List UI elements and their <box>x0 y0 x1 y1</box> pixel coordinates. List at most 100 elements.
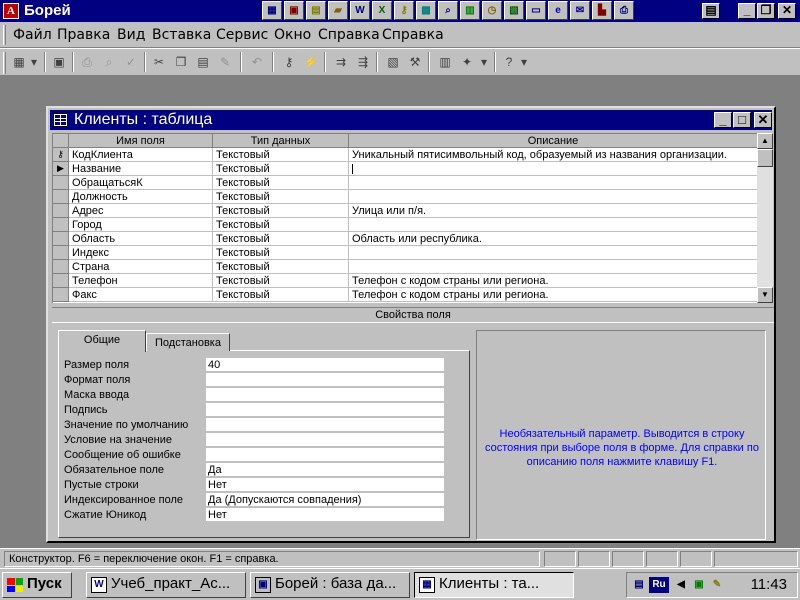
property-value-field[interactable] <box>206 388 444 402</box>
ie-icon[interactable]: e <box>548 1 568 20</box>
field-name-cell[interactable]: КодКлиента <box>69 148 213 162</box>
delete-rows-icon[interactable]: ⇶ <box>354 53 372 71</box>
scroll-thumb[interactable] <box>757 149 773 167</box>
publisher-icon[interactable]: ▧ <box>504 1 524 20</box>
menu-tools[interactable]: Сервис <box>216 27 268 43</box>
vertical-scrollbar[interactable]: ▲ ▼ <box>757 133 773 303</box>
table-row[interactable]: Телефон Текстовый Телефон с кодом страны и… <box>53 274 757 288</box>
table-design-window[interactable]: Клиенты : таблица _ □ ✕ Имя поля Тип дан… <box>46 106 776 543</box>
field-name-cell[interactable]: Должность <box>69 190 213 204</box>
tab-general[interactable]: Общие <box>58 330 146 352</box>
data-type-cell[interactable]: Текстовый <box>213 218 349 232</box>
table-row[interactable]: Факс Текстовый Телефон с кодом страны или … <box>53 288 757 302</box>
format-painter-icon[interactable]: ✎ <box>216 53 234 71</box>
property-value-field[interactable]: Нет <box>206 478 444 492</box>
undo-icon[interactable]: ↶ <box>248 53 266 71</box>
table-icon[interactable] <box>53 113 68 127</box>
language-indicator[interactable]: Ru <box>649 577 669 593</box>
menu-view[interactable]: Вид <box>117 27 145 43</box>
close-button[interactable]: ✕ <box>778 3 796 19</box>
note-icon[interactable]: ▩ <box>416 1 436 20</box>
description-cell[interactable]: Уникальный пятисимвольный код, образуемы… <box>349 148 757 162</box>
row-selector[interactable] <box>53 246 69 260</box>
properties-icon[interactable]: ▧ <box>384 53 402 71</box>
description-cell[interactable] <box>349 260 757 274</box>
column-header-data-type[interactable]: Тип данных <box>213 134 349 148</box>
print-icon[interactable]: ⎙ <box>614 1 634 20</box>
mail-icon[interactable]: ✉ <box>570 1 590 20</box>
access-key-icon[interactable]: A <box>3 3 19 19</box>
description-cell[interactable] <box>349 162 757 176</box>
data-type-cell[interactable]: Текстовый <box>213 148 349 162</box>
property-value-field[interactable] <box>206 448 444 462</box>
notes-icon[interactable]: ▤ <box>306 1 326 20</box>
clock[interactable]: 11:43 <box>751 576 787 593</box>
menu-help-2[interactable]: Справка <box>382 27 444 43</box>
child-close-button[interactable]: ✕ <box>754 112 772 128</box>
menu-file[interactable]: Файл <box>13 27 52 43</box>
data-type-cell[interactable]: Текстовый <box>213 162 349 176</box>
field-name-cell[interactable]: Факс <box>69 288 213 302</box>
table-row[interactable]: Индекс Текстовый <box>53 246 757 260</box>
data-type-cell[interactable]: Текстовый <box>213 274 349 288</box>
copy-icon[interactable]: ❐ <box>172 53 190 71</box>
description-cell[interactable]: Улица или п/я. <box>349 204 757 218</box>
network-icon[interactable]: ▤ <box>631 577 647 593</box>
field-name-cell[interactable]: Адрес <box>69 204 213 218</box>
word-icon[interactable]: W <box>350 1 370 20</box>
task-table[interactable]: ▦ Клиенты : та... <box>414 572 574 598</box>
property-value-field[interactable]: Да (Допускаются совпадения) <box>206 493 444 507</box>
row-selector[interactable] <box>53 204 69 218</box>
outlook-icon[interactable]: ▤ <box>702 3 720 19</box>
view-icon[interactable]: ▦ <box>10 53 28 71</box>
row-selector[interactable] <box>53 176 69 190</box>
monitor-icon[interactable]: ▣ <box>691 577 707 593</box>
app-titlebar[interactable]: A Борей ▦ ▣ ▤ ▰ W X ⚷ ▩ ⌕ ▥ ◷ ▧ ▭ e ✉ ▙ … <box>0 0 800 22</box>
paste-icon[interactable]: ▤ <box>194 53 212 71</box>
key-icon[interactable]: ⚷ <box>394 1 414 20</box>
row-selector[interactable] <box>53 218 69 232</box>
primary-key-icon[interactable]: ⚷ <box>53 148 69 162</box>
scroll-down-icon[interactable]: ▼ <box>757 287 773 303</box>
spelling-icon[interactable]: ✓ <box>122 53 140 71</box>
restore-button[interactable]: ❐ <box>757 3 775 19</box>
row-selector[interactable] <box>53 288 69 302</box>
property-value-field[interactable] <box>206 418 444 432</box>
search-icon[interactable]: ⌕ <box>438 1 458 20</box>
property-value-field[interactable]: 40 <box>206 358 444 372</box>
description-cell[interactable] <box>349 218 757 232</box>
menu-window[interactable]: Окно <box>274 27 311 43</box>
table-row[interactable]: ОбращатьсяК Текстовый <box>53 176 757 190</box>
current-row-icon[interactable]: ▶ <box>53 162 69 176</box>
tab-lookup[interactable]: Подстановка <box>146 333 230 351</box>
database-window-icon[interactable]: ▥ <box>436 53 454 71</box>
view-dropdown-icon[interactable]: ▾ <box>28 53 40 71</box>
scroll-up-icon[interactable]: ▲ <box>757 133 773 149</box>
printer-icon[interactable]: ▙ <box>592 1 612 20</box>
child-minimize-button[interactable]: _ <box>714 112 732 128</box>
table-row[interactable]: ▶ Название Текстовый <box>53 162 757 176</box>
table-row[interactable]: Адрес Текстовый Улица или п/я. <box>53 204 757 218</box>
menu-grip[interactable] <box>3 25 6 45</box>
field-name-cell[interactable]: Город <box>69 218 213 232</box>
new-object-icon[interactable]: ✦ <box>458 53 476 71</box>
field-name-cell[interactable]: ОбращатьсяК <box>69 176 213 190</box>
save-icon[interactable]: ▣ <box>50 53 68 71</box>
indexes-icon[interactable]: ⚡ <box>302 53 320 71</box>
data-type-cell[interactable]: Текстовый <box>213 190 349 204</box>
child-titlebar[interactable]: Клиенты : таблица _ □ ✕ <box>50 110 772 130</box>
description-cell[interactable] <box>349 246 757 260</box>
primary-key-icon[interactable]: ⚷ <box>280 53 298 71</box>
build-icon[interactable]: ⚒ <box>406 53 424 71</box>
table-row[interactable]: ⚷ КодКлиента Текстовый Уникальный пятисимво… <box>53 148 757 162</box>
description-cell[interactable] <box>349 190 757 204</box>
grid-corner[interactable] <box>53 134 69 148</box>
menu-help[interactable]: Справка <box>318 27 380 43</box>
field-name-cell[interactable]: Индекс <box>69 246 213 260</box>
toolbar-grip[interactable] <box>3 52 6 74</box>
table-row[interactable]: Должность Текстовый <box>53 190 757 204</box>
toolbar-options-icon[interactable]: ▾ <box>518 53 530 71</box>
row-selector[interactable] <box>53 190 69 204</box>
field-name-cell[interactable]: Название <box>69 162 213 176</box>
field-name-cell[interactable]: Область <box>69 232 213 246</box>
